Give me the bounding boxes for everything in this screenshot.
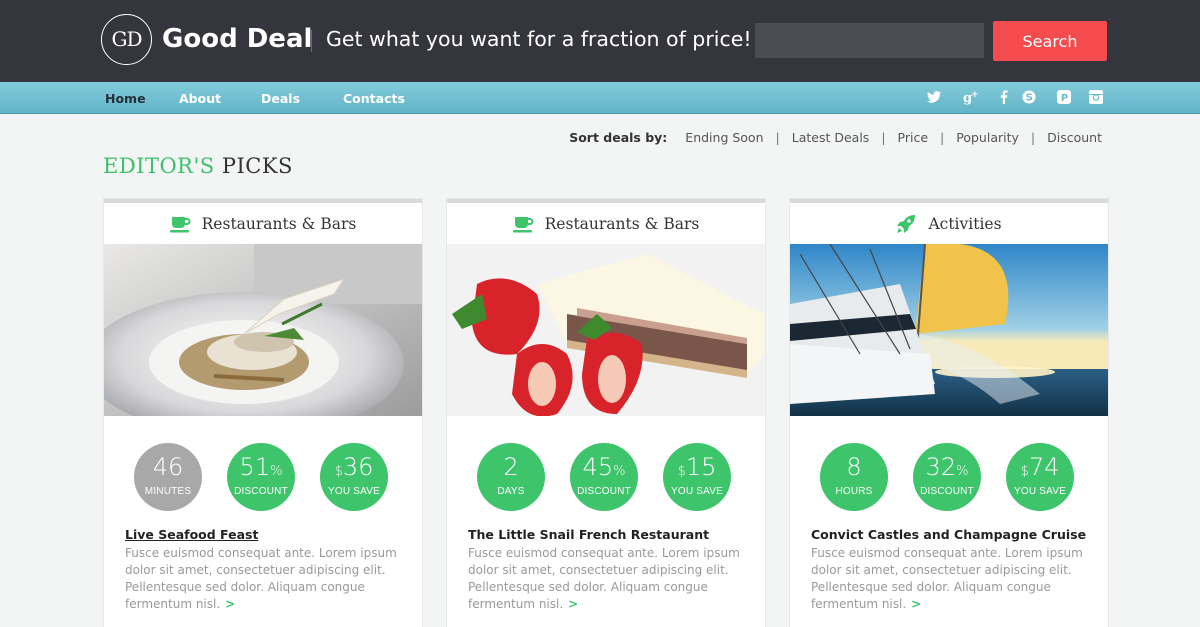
deal-stats: 2 DAYS 45% DISCOUNT $15 YOU SAVE xyxy=(447,443,765,511)
card-category-label: Activities xyxy=(928,214,1002,233)
cheesecake-strawberries-photo[interactable] xyxy=(447,244,765,416)
sort-separator: | xyxy=(775,130,780,145)
sort-bar: Sort deals by: Ending Soon | Latest Deals |… xyxy=(569,130,1102,145)
stat-unit: YOU SAVE xyxy=(671,486,723,497)
stat-suffix: % xyxy=(956,464,969,479)
rocket-icon xyxy=(897,214,916,233)
sort-option-latest-deals[interactable]: Latest Deals xyxy=(792,130,870,145)
svg-text:S: S xyxy=(1026,92,1033,103)
coffee-cup-icon xyxy=(169,216,191,232)
section-title: EDITOR'S PICKS xyxy=(103,154,293,178)
stat-value: 2 xyxy=(503,453,519,481)
sort-separator: | xyxy=(940,130,945,145)
stat-value: 45 xyxy=(582,453,614,481)
stat-unit: YOU SAVE xyxy=(328,486,380,497)
google-plus-icon[interactable]: g + xyxy=(963,89,979,105)
savings-badge: $36 YOU SAVE xyxy=(320,443,388,511)
card-category: Activities xyxy=(790,203,1108,244)
sailboat-sunset-photo[interactable] xyxy=(790,244,1108,416)
stat-value: 46 xyxy=(152,453,184,481)
read-more-chevron-icon[interactable]: > xyxy=(225,597,235,611)
discount-badge: 51% DISCOUNT xyxy=(227,443,295,511)
time-left-badge: 2 DAYS xyxy=(477,443,545,511)
discount-badge: 45% DISCOUNT xyxy=(570,443,638,511)
stat-suffix: % xyxy=(613,464,626,479)
savings-badge: $15 YOU SAVE xyxy=(663,443,731,511)
site-header: GD Good Deal Get what you want for a fra… xyxy=(0,0,1200,82)
instagram-icon[interactable] xyxy=(1088,89,1104,105)
card-category-label: Restaurants & Bars xyxy=(544,214,700,233)
nav-item-deals[interactable]: Deals xyxy=(261,91,300,106)
sort-option-popularity[interactable]: Popularity xyxy=(956,130,1019,145)
sort-option-discount[interactable]: Discount xyxy=(1047,130,1102,145)
stat-unit: MINUTES xyxy=(144,486,192,497)
skype-icon[interactable]: S xyxy=(1021,89,1037,105)
section-title-rest: PICKS xyxy=(221,154,293,178)
stat-value: 15 xyxy=(685,453,717,481)
deal-card[interactable]: Restaurants & Bars 46 MINUTES 51% DISCOU… xyxy=(104,199,422,627)
time-left-badge: 46 MINUTES xyxy=(134,443,202,511)
card-category: Restaurants & Bars xyxy=(447,203,765,244)
deal-stats: 8 HOURS 32% DISCOUNT $74 YOU SAVE xyxy=(790,443,1108,511)
stat-unit: HOURS xyxy=(835,486,873,497)
sort-separator: | xyxy=(881,130,886,145)
nav-item-home[interactable]: Home xyxy=(105,91,146,106)
section-title-accent: EDITOR'S xyxy=(103,154,215,178)
deal-card[interactable]: Restaurants & Bars 2 DAYS 45% DISCOUNT $… xyxy=(447,199,765,627)
stat-value: 74 xyxy=(1028,453,1060,481)
read-more-chevron-icon[interactable]: > xyxy=(568,597,578,611)
sort-label: Sort deals by: xyxy=(569,130,668,145)
deal-stats: 46 MINUTES 51% DISCOUNT $36 YOU SAVE xyxy=(104,443,422,511)
time-left-badge: 8 HOURS xyxy=(820,443,888,511)
facebook-icon[interactable] xyxy=(996,89,1012,105)
stat-value: 36 xyxy=(342,453,374,481)
twitter-icon[interactable] xyxy=(926,89,942,105)
stat-prefix: $ xyxy=(677,464,686,479)
stat-suffix: % xyxy=(270,464,283,479)
search-input[interactable] xyxy=(755,23,984,58)
stat-unit: DISCOUNT xyxy=(234,486,288,497)
header-divider xyxy=(311,30,312,52)
stat-prefix: $ xyxy=(334,464,343,479)
deal-title-link[interactable]: Live Seafood Feast xyxy=(125,527,258,542)
deal-description-text: Fusce euismod consequat ante. Lorem ipsu… xyxy=(468,546,740,611)
stat-prefix: $ xyxy=(1020,464,1029,479)
deal-description-text: Fusce euismod consequat ante. Lorem ipsu… xyxy=(811,546,1083,611)
deal-title-link[interactable]: The Little Snail French Restaurant xyxy=(468,527,709,542)
seafood-dish-photo[interactable] xyxy=(104,244,422,416)
read-more-chevron-icon[interactable]: > xyxy=(911,597,921,611)
logo-mark[interactable]: GD xyxy=(101,14,152,65)
sort-separator: | xyxy=(1030,130,1036,145)
stat-value: 51 xyxy=(239,453,271,481)
deal-description: Fusce euismod consequat ante. Lorem ipsu… xyxy=(811,545,1093,613)
deal-title-link[interactable]: Convict Castles and Champagne Cruise xyxy=(811,527,1086,542)
main-nav: Home About Deals Contacts g + S P xyxy=(0,82,1200,114)
deal-card[interactable]: Activities 8 HOURS 32% DISCOUNT $74 YOU … xyxy=(790,199,1108,627)
stat-value: 8 xyxy=(846,453,862,481)
stat-value: 32 xyxy=(925,453,957,481)
stat-unit: DAYS xyxy=(497,486,525,497)
card-category: Restaurants & Bars xyxy=(104,203,422,244)
savings-badge: $74 YOU SAVE xyxy=(1006,443,1074,511)
sort-option-ending-soon[interactable]: Ending Soon xyxy=(685,130,763,145)
brand-name[interactable]: Good Deal xyxy=(162,24,312,54)
coffee-cup-icon xyxy=(512,216,534,232)
discount-badge: 32% DISCOUNT xyxy=(913,443,981,511)
deal-description: Fusce euismod consequat ante. Lorem ipsu… xyxy=(125,545,407,613)
card-category-label: Restaurants & Bars xyxy=(201,214,357,233)
stat-unit: DISCOUNT xyxy=(577,486,631,497)
search-button[interactable]: Search xyxy=(993,21,1107,61)
svg-text:P: P xyxy=(1061,93,1068,104)
stat-unit: YOU SAVE xyxy=(1014,486,1066,497)
stat-unit: DISCOUNT xyxy=(920,486,974,497)
deal-description: Fusce euismod consequat ante. Lorem ipsu… xyxy=(468,545,750,613)
pinterest-icon[interactable]: P xyxy=(1056,89,1072,105)
tagline: Get what you want for a fraction of pric… xyxy=(326,27,752,51)
svg-text:+: + xyxy=(971,90,979,100)
nav-item-contacts[interactable]: Contacts xyxy=(343,91,405,106)
deal-description-text: Fusce euismod consequat ante. Lorem ipsu… xyxy=(125,546,397,611)
sort-option-price[interactable]: Price xyxy=(898,130,929,145)
nav-item-about[interactable]: About xyxy=(179,91,221,106)
